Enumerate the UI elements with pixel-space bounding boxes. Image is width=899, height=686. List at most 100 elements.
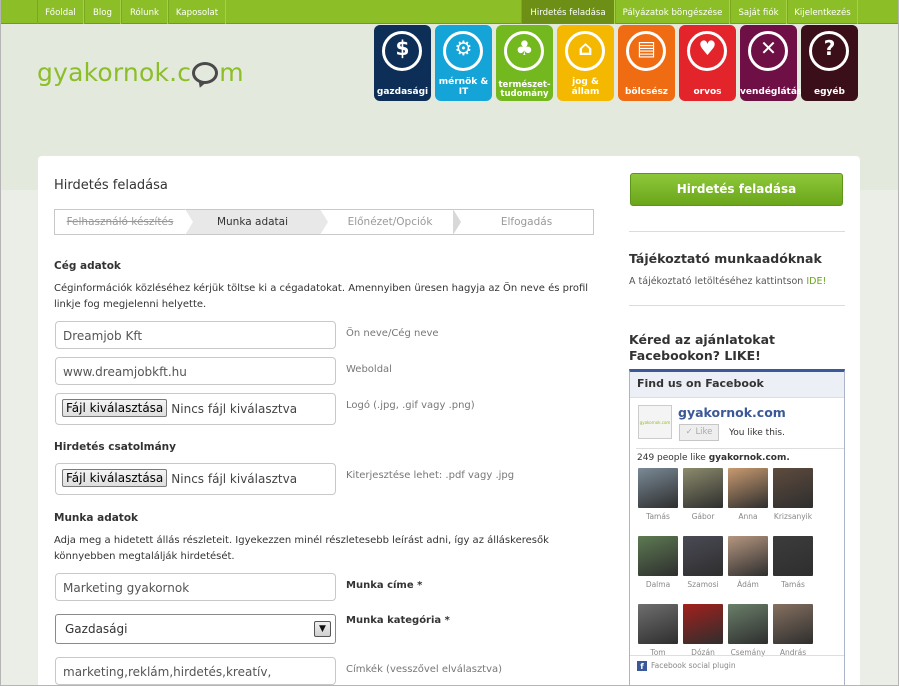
fan-avatar[interactable]: Dalma xyxy=(638,536,678,589)
nav-logout[interactable]: Kijelentkezés xyxy=(787,0,858,24)
step-accept: Elfogadás xyxy=(500,216,553,228)
nav-blog[interactable]: Blog xyxy=(84,0,121,24)
facebook-heading-line-2: Facebookon? LIKE! xyxy=(629,348,761,363)
attachment-file-status: Nincs fájl kiválasztva xyxy=(171,472,298,486)
page-title: Hirdetés feladása xyxy=(54,178,168,193)
chevron-down-icon[interactable]: ▼ xyxy=(314,621,331,637)
top-navigation: Főoldal Blog Rólunk Kaposolat Hirdetés f… xyxy=(1,0,898,24)
category-tile[interactable]: ▤ bölcsész xyxy=(618,25,675,101)
category-label: mérnök & IT xyxy=(438,77,489,97)
sidebar-divider xyxy=(629,305,845,306)
fan-name: Krizsanyik xyxy=(773,512,813,521)
category-tile[interactable]: ✕ vendéglátás xyxy=(740,25,803,101)
check-icon: ✓ xyxy=(685,427,693,437)
category-tile[interactable]: ♥ orvos xyxy=(679,25,736,101)
job-category-value: Gazdasági xyxy=(65,622,128,636)
facebook-heading-line-1: Kéred az ajánlatokat xyxy=(629,332,776,347)
tags-hint: Címkék (vesszővel elválasztva) xyxy=(346,664,503,675)
like-count-text: 249 people like xyxy=(637,453,706,463)
facebook-box-title: Find us on Facebook xyxy=(630,372,844,398)
step-user-created: Felhasználó készítés xyxy=(66,216,174,228)
logo-file-status: Nincs fájl kiválasztva xyxy=(171,402,298,416)
fan-photo xyxy=(683,604,723,644)
fan-avatar[interactable]: Tom xyxy=(638,604,678,657)
sidebar-divider xyxy=(629,231,845,232)
fan-photo xyxy=(728,468,768,508)
like-count-page: gyakornok.com. xyxy=(708,453,790,463)
fan-avatar[interactable]: Krizsanyik xyxy=(773,468,813,521)
nav-browse[interactable]: Pályázatok böngészése xyxy=(615,0,730,24)
site-logo[interactable]: gyakornok.c m xyxy=(37,58,244,87)
post-ad-button[interactable]: Hirdetés feladása xyxy=(630,173,843,206)
heart-cross-icon: ♥ xyxy=(698,36,717,60)
nav-post-ad[interactable]: Hirdetés feladása xyxy=(521,0,615,24)
fan-avatar[interactable]: Tamás xyxy=(638,468,678,521)
logo-hint: Logó (.jpg, .gif vagy .png) xyxy=(346,400,475,411)
nav-home[interactable]: Főoldal xyxy=(37,0,84,24)
website-input[interactable]: www.dreamjobkft.hu xyxy=(55,357,336,385)
category-label: egyéb xyxy=(814,87,845,97)
category-tile[interactable]: $ gazdasági xyxy=(374,25,431,101)
facebook-like-box: Find us on Facebook gyakornok.com gyakor… xyxy=(629,369,845,685)
fan-avatar[interactable]: Csemány xyxy=(728,604,768,657)
fan-name: Ádám xyxy=(737,580,759,589)
fan-avatar[interactable]: Ádám xyxy=(728,536,768,589)
logo-file-input[interactable]: Fájl kiválasztása Nincs fájl kiválasztva xyxy=(55,393,336,425)
job-category-select[interactable]: Gazdasági ▼ xyxy=(55,614,336,644)
attachment-hint: Kiterjesztése lehet: .pdf vagy .jpg xyxy=(346,470,515,481)
fan-avatar[interactable]: Anna xyxy=(728,468,768,521)
job-heading: Munka adatok xyxy=(54,512,139,524)
fan-photo xyxy=(773,604,813,644)
fan-photo xyxy=(638,468,678,508)
facebook-footer: f Facebook social plugin xyxy=(630,655,844,685)
facebook-divider xyxy=(636,448,844,449)
facebook-page-name[interactable]: gyakornok.com xyxy=(678,405,786,420)
dollar-icon: $ xyxy=(395,36,410,60)
facebook-plugin-label[interactable]: Facebook social plugin xyxy=(651,661,736,670)
page-logo-thumbnail[interactable]: gyakornok.com xyxy=(638,405,672,439)
category-tile[interactable]: ⌂ jog & állam xyxy=(557,25,614,101)
logo-file-button[interactable]: Fájl kiválasztása xyxy=(62,399,168,417)
download-link[interactable]: IDE! xyxy=(806,276,826,287)
company-name-input[interactable]: Dreamjob Kft xyxy=(55,321,336,349)
tags-input[interactable]: marketing,reklám,hirdetés,kreatív, xyxy=(55,657,336,685)
gear-icon: ⚙ xyxy=(454,36,473,60)
like-button[interactable]: ✓ Like xyxy=(679,424,719,441)
logo-text-start: gyakornok.c xyxy=(37,58,192,87)
logo-text-end: m xyxy=(219,58,244,87)
category-label: természet- tudomány xyxy=(498,80,551,99)
fan-photo xyxy=(728,604,768,644)
job-title-input[interactable]: Marketing gyakornok xyxy=(55,573,336,601)
fan-avatar[interactable]: Szamosi xyxy=(683,536,723,589)
fan-avatar[interactable]: Gábor xyxy=(683,468,723,521)
website-hint: Weboldal xyxy=(346,364,392,375)
question-icon: ? xyxy=(823,36,836,60)
fan-photo xyxy=(683,536,723,576)
category-tile[interactable]: ? egyéb xyxy=(801,25,858,101)
browser-viewport: Főoldal Blog Rólunk Kaposolat Hirdetés f… xyxy=(0,0,899,686)
category-tile[interactable]: ♣ természet- tudomány xyxy=(496,25,553,101)
fan-avatar[interactable]: Tamás xyxy=(773,536,813,589)
fan-name: Tamás xyxy=(781,580,805,589)
fan-photo xyxy=(638,536,678,576)
attachment-heading: Hirdetés csatolmány xyxy=(54,441,176,453)
nav-contact[interactable]: Kaposolat xyxy=(168,0,226,24)
fan-name: Anna xyxy=(738,512,758,521)
category-label: gazdasági xyxy=(376,87,429,97)
category-label: jog & állam xyxy=(571,77,600,97)
fan-avatar[interactable]: András xyxy=(773,604,813,657)
columns-icon: ⌂ xyxy=(578,36,593,60)
you-like-text: You like this. xyxy=(729,428,785,438)
fan-photo xyxy=(773,536,813,576)
category-tile[interactable]: ⚙ mérnök & IT xyxy=(435,25,492,101)
fan-photo xyxy=(773,468,813,508)
attachment-file-button[interactable]: Fájl kiválasztása xyxy=(62,469,168,487)
attachment-file-input[interactable]: Fájl kiválasztása Nincs fájl kiválasztva xyxy=(55,463,336,495)
fan-avatar[interactable]: Dózán xyxy=(683,604,723,657)
category-label: vendéglátás xyxy=(740,87,803,97)
nav-my-account[interactable]: Saját fiók xyxy=(730,0,787,24)
cutlery-icon: ✕ xyxy=(760,36,777,60)
job-title-label: Munka címe * xyxy=(346,580,423,591)
nav-about[interactable]: Rólunk xyxy=(121,0,168,24)
category-label: bölcsész xyxy=(624,87,669,97)
